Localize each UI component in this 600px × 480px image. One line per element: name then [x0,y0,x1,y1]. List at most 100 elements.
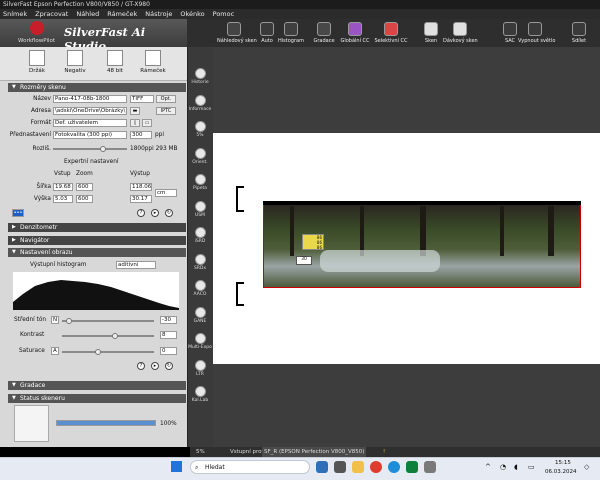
midtone-value[interactable]: -30 [160,316,177,324]
zoom-tool[interactable]: 5% [188,121,212,138]
menu-snimek[interactable]: Snímek [3,9,27,19]
scan-dims-header[interactable]: ▼ Rozměry skenu [8,83,186,92]
ppi-field[interactable]: 300 [130,131,152,139]
more-icon[interactable]: ••• [12,209,24,217]
reset-icon[interactable]: ↻ [165,209,173,217]
name-field[interactable]: Pano-417-08b-1800 [53,95,127,103]
scanner-status-header[interactable]: ▼ Status skeneru [8,394,186,403]
width-output[interactable]: 118.06 [130,183,152,191]
midtone-channel[interactable]: N [51,316,59,324]
navigator-header[interactable]: ▶ Navigátor [8,236,186,245]
edge-icon[interactable] [388,461,400,473]
isrd-tool[interactable]: iSRD [188,227,212,244]
volume-icon[interactable]: ◖ [514,463,518,471]
saturation-knob[interactable] [94,349,101,355]
height-output[interactable]: 30.17 [130,195,152,203]
pipette-tool[interactable]: Pipeta [188,174,212,191]
saturation-channel[interactable]: A [51,347,59,355]
battery-icon[interactable]: ▭ [528,463,535,471]
preview-scan-button[interactable]: Náhledový sken [217,21,257,47]
usm-tool[interactable]: USM [188,200,212,218]
clock-date[interactable]: 06.03.2024 [545,469,577,475]
menu-nastroje[interactable]: Nástroje [145,9,172,19]
image-settings-header[interactable]: ▼ Nastavení obrazu [8,248,186,257]
zoom-width-input[interactable]: 600 [76,183,93,191]
scan-icon [424,22,438,36]
taskview-icon[interactable] [334,461,346,473]
light-off-button[interactable]: Vypnout světlo [518,21,555,47]
iptc-button[interactable]: IPTC [156,107,176,115]
info-tool[interactable]: Informace [188,94,212,112]
reset-icon-2[interactable]: ↻ [165,362,173,370]
tray-chevron-icon[interactable]: ^ [485,463,491,471]
info-icon-status[interactable]: ! [383,447,385,457]
search-box[interactable]: ⌕ Hledat [190,460,310,474]
contrast-knob[interactable] [111,333,118,339]
folder-icon[interactable]: ▬ [130,107,140,115]
play-icon[interactable]: ▸ [151,209,159,217]
profile-value[interactable]: SF_R (EPSON Perfection V800_V850) [262,447,367,457]
format-select[interactable]: Def. uživatelem [53,119,127,127]
gane-tool[interactable]: GANE [188,306,212,324]
silverfast-task-icon[interactable] [316,461,328,473]
holder-button[interactable]: Držák [22,50,52,74]
workflow-pilot-button[interactable]: WorkflowPilot [18,38,55,44]
toolbar-label: Gradace [313,38,335,44]
menu-zpracovat[interactable]: Zpracovat [35,9,68,19]
history-tool[interactable]: Historie [188,68,212,85]
landscape-icon[interactable]: ▭ [142,119,152,127]
resolution-knob[interactable] [100,146,106,152]
multi-exposure-tool[interactable]: Multi-Expo [188,333,212,350]
network-icon[interactable]: ◔ [500,463,506,471]
densitometer-header[interactable]: ▶ Denzitometr [8,223,186,232]
srdx-tool[interactable]: SRDx [188,253,212,271]
zoom-height-input[interactable]: 600 [76,195,93,203]
clock-time[interactable]: 15:15 [555,460,571,466]
histogram-mode-select[interactable]: aditivní [116,261,156,269]
width-input[interactable]: 19.68 [53,183,73,191]
contrast-value[interactable]: 8 [160,331,177,339]
orientation-tool[interactable]: Orient. [188,147,212,165]
48bit-button[interactable]: 48 bit [100,50,130,74]
address-field[interactable]: \adski\OneDrive\Obrázky\ [53,107,127,115]
ltr-tool[interactable]: LTR [188,359,212,377]
gradation-button[interactable]: Gradace [307,21,341,47]
selective-cc-button[interactable]: Selektivní CC [374,21,408,47]
tool-label: Orient. [192,159,208,165]
menu-pomoc[interactable]: Pomoc [213,9,235,19]
menu-nahled[interactable]: Náhled [76,9,99,19]
play-icon-2[interactable]: ▸ [151,362,159,370]
preset-select[interactable]: Fotokvalita (300 ppi) [53,131,127,139]
app-icon[interactable] [424,461,436,473]
input-col-label: Vstup [54,171,71,177]
resolution-slider[interactable] [53,148,127,150]
file-format-select[interactable]: TIFF [130,95,154,103]
unit-select[interactable]: cm [155,189,177,197]
densitometer-overlay[interactable]: 86 86 86 [302,234,324,250]
frame-button[interactable]: Rámeček [138,50,168,74]
portrait-icon[interactable]: ▯ [130,119,140,127]
menu-okenko[interactable]: Okénko [180,9,204,19]
excel-icon[interactable] [406,461,418,473]
help-icon-2[interactable]: ? [137,362,145,370]
calibration-tool[interactable]: Kal.Lab [188,386,212,403]
chrome-icon[interactable] [370,461,382,473]
negative-button[interactable]: Negativ [60,50,90,74]
height-input[interactable]: 5.03 [53,195,73,203]
aaco-tool[interactable]: AACO [188,280,212,297]
notification-icon[interactable]: ◇ [584,463,589,471]
file-explorer-icon[interactable] [352,461,364,473]
midtone-slider[interactable] [62,318,154,324]
saturation-slider[interactable] [62,349,154,355]
global-cc-button[interactable]: Globální CC [338,21,372,47]
share-button[interactable]: Sdílet [562,21,596,47]
help-icon[interactable]: ? [137,209,145,217]
gradation-header[interactable]: ▼ Gradace [8,381,186,390]
batch-scan-button[interactable]: Dávkový sken [443,21,478,47]
windows-start-icon[interactable] [171,461,182,472]
contrast-slider[interactable] [62,333,154,339]
menu-ramecek[interactable]: Rámeček [107,9,137,19]
histogram-button[interactable]: Histogram [274,21,308,47]
opt-button[interactable]: Opt. [156,95,176,103]
saturation-value[interactable]: 0 [160,347,177,355]
